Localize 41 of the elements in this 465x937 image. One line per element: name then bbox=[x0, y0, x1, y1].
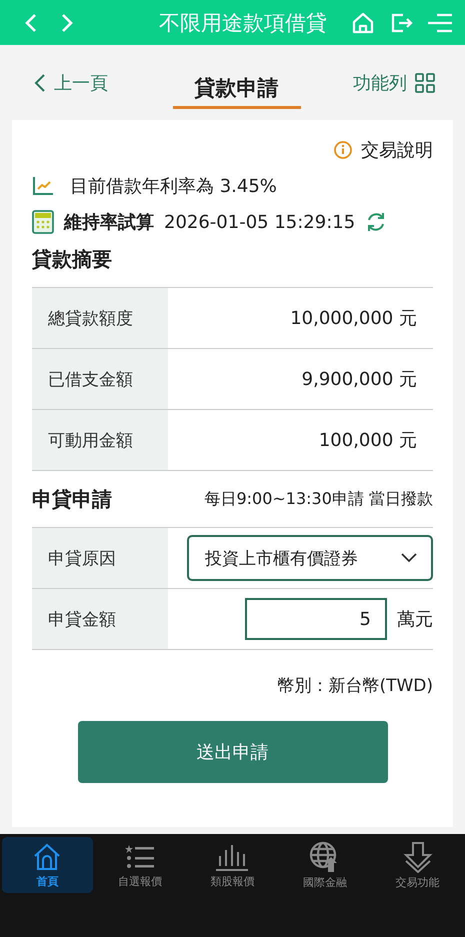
tab-bar-item[interactable]: 交易功能 bbox=[372, 837, 463, 893]
home-icon[interactable] bbox=[351, 10, 375, 34]
table-cell: 申貸金額 bbox=[32, 589, 168, 649]
currency-text: 幣別：新台幣(TWD) bbox=[276, 675, 433, 697]
table-cell-text: 100,000 元 bbox=[318, 429, 418, 453]
schedule-note: 每日9:00~13:30申請 當日撥款 bbox=[204, 488, 433, 510]
page-title: 不限用途款項借貸 bbox=[158, 10, 327, 36]
transaction-info-link[interactable]: 交易說明 bbox=[333, 138, 433, 162]
previous-page-link[interactable]: 上一頁 bbox=[34, 70, 108, 94]
timestamp: 2026-01-05 15:29:15 bbox=[164, 212, 356, 232]
table-cell: 已借支金額 bbox=[32, 349, 168, 409]
section-title: 貸款申請 bbox=[172, 66, 300, 109]
table-cell-text: 10,000,000 元 bbox=[289, 307, 418, 331]
chevron-down-icon bbox=[401, 553, 417, 563]
table-cell: 總貸款額度 bbox=[32, 288, 168, 348]
back-icon[interactable] bbox=[24, 12, 38, 32]
table-cell: 申貸原因 bbox=[32, 528, 168, 588]
tab-bar-item[interactable]: 自選報價 bbox=[94, 837, 186, 893]
table-cell-text: 9,900,000 元 bbox=[300, 368, 418, 392]
tab-bar-item[interactable]: 國際金融 bbox=[280, 837, 370, 893]
menu-icon[interactable] bbox=[427, 12, 453, 34]
info-icon bbox=[333, 140, 353, 160]
table-cell: 可動用金額 bbox=[32, 410, 168, 470]
interest-rate-text: 目前借款年利率為 3.45% bbox=[70, 175, 277, 198]
tab-bar-item[interactable]: 首頁 bbox=[2, 837, 93, 893]
chevron-left-icon bbox=[34, 74, 46, 92]
home-icon bbox=[32, 842, 62, 872]
application-heading: 申貸申請 bbox=[32, 486, 112, 512]
forward-icon[interactable] bbox=[60, 12, 74, 32]
amount-field[interactable]: 5 bbox=[245, 598, 387, 640]
calculator-icon bbox=[32, 210, 54, 234]
maintenance-label: 維持率試算 bbox=[64, 211, 154, 234]
function-menu-link[interactable]: 功能列 bbox=[353, 70, 435, 94]
unit-label: 萬元 bbox=[397, 608, 433, 631]
reason-dropdown[interactable]: 投資上市櫃有價證券 bbox=[187, 535, 433, 581]
down-arrow-icon bbox=[402, 840, 433, 872]
submit-button[interactable]: 送出申請 bbox=[78, 721, 388, 783]
line-chart-icon bbox=[32, 176, 54, 196]
tab-bar-item[interactable]: 類股報價 bbox=[187, 837, 278, 893]
grid-icon bbox=[415, 72, 435, 92]
summary-heading: 貸款摘要 bbox=[32, 246, 113, 273]
